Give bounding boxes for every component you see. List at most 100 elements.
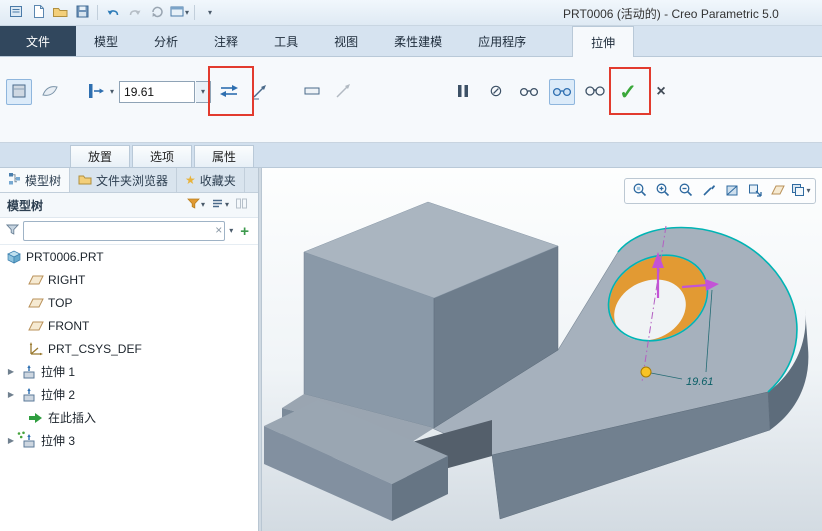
dimension-label[interactable]: 19.61 <box>686 376 714 388</box>
titlebar-separator-2 <box>194 5 195 20</box>
preview-attached-button[interactable] <box>549 79 575 105</box>
tree-item-datum[interactable]: FRONT <box>0 314 258 337</box>
verify-button[interactable] <box>516 79 542 105</box>
open-file-button[interactable] <box>50 3 70 23</box>
ribbon-tab-file[interactable]: 文件 <box>0 26 76 56</box>
tree-item-insert-here[interactable]: 在此插入 <box>0 406 258 429</box>
tree-settings-icon <box>211 197 224 213</box>
tab-favorites[interactable]: ★ 收藏夹 <box>177 168 245 192</box>
model-viewport[interactable]: 19.61 <box>262 168 822 531</box>
ribbon-tab-annotate[interactable]: 注释 <box>196 26 256 56</box>
cancel-x-icon: × <box>656 84 665 100</box>
tree-item-datum[interactable]: TOP <box>0 291 258 314</box>
extrude-dashboard: ▾ ▾ ⊘ <box>0 56 822 143</box>
ribbon-tab-view[interactable]: 视图 <box>316 26 376 56</box>
preview-button[interactable] <box>582 79 608 105</box>
redo-icon <box>127 4 143 22</box>
save-button[interactable] <box>72 3 92 23</box>
depth-type-dropdown-icon[interactable]: ▾ <box>110 88 114 96</box>
ribbon-tab-analysis[interactable]: 分析 <box>136 26 196 56</box>
tree-item-csys[interactable]: PRT_CSYS_DEF <box>0 337 258 360</box>
ribbon-tab-tools[interactable]: 工具 <box>256 26 316 56</box>
dropdown-icon: ▾ <box>185 9 189 17</box>
qat-customize-button[interactable]: ▾ <box>200 3 220 23</box>
tab-model-tree[interactable]: 模型树 <box>0 168 70 192</box>
depth-drag-handle[interactable] <box>641 367 651 377</box>
ribbon-tab-model[interactable]: 模型 <box>76 26 136 56</box>
saved-views-button[interactable] <box>744 181 765 201</box>
depth-type-combo: ▾ <box>83 79 114 105</box>
windows-button[interactable]: ▾ <box>169 3 189 23</box>
dashboard-left-group: ▾ ▾ <box>6 79 356 105</box>
surface-button[interactable] <box>37 79 63 105</box>
ribbon-tab-flexible-modeling[interactable]: 柔性建模 <box>376 26 460 56</box>
solid-button[interactable] <box>6 79 32 105</box>
dropdown-icon: ▾ <box>806 187 810 195</box>
model-3d-part[interactable] <box>264 202 808 521</box>
surface-icon <box>40 81 60 104</box>
tree-item-extrude-2[interactable]: ▶ 拉伸 2 <box>0 383 258 406</box>
no-preview-button[interactable]: ⊘ <box>483 79 509 105</box>
depth-type-button[interactable] <box>83 79 109 105</box>
refit-icon <box>632 182 648 201</box>
tree-settings-button[interactable]: ▾ <box>208 195 232 215</box>
tree-item-label: 拉伸 2 <box>41 386 75 403</box>
model-tree-search-input[interactable] <box>23 221 225 241</box>
navigator-tabs: 模型树 文件夹浏览器 ★ 收藏夹 <box>0 168 258 193</box>
regenerate-button[interactable] <box>147 3 167 23</box>
annotation-display-button[interactable]: ▾ <box>790 181 811 201</box>
depth-value-combo: ▾ <box>119 81 211 103</box>
tree-item-root[interactable]: PRT0006.PRT <box>0 245 258 268</box>
ribbon-tab-applications[interactable]: 应用程序 <box>460 26 544 56</box>
new-file-icon <box>31 4 46 22</box>
undo-icon <box>105 4 121 22</box>
titlebar-separator <box>97 5 98 20</box>
tree-item-extrude-1[interactable]: ▶ 拉伸 1 <box>0 360 258 383</box>
refit-button[interactable] <box>629 181 650 201</box>
datum-display-button[interactable] <box>767 181 788 201</box>
tree-item-label: RIGHT <box>48 273 85 287</box>
repaint-button[interactable] <box>698 181 719 201</box>
tab-options[interactable]: 选项 <box>132 145 192 167</box>
depth-value-input[interactable] <box>119 81 195 103</box>
insert-here-icon <box>28 410 44 426</box>
tree-filter-row: × ▾ + <box>0 218 258 245</box>
tree-item-label: TOP <box>48 296 72 310</box>
tree-columns-button[interactable] <box>232 195 251 215</box>
add-filter-button[interactable]: + <box>237 224 252 239</box>
ok-button[interactable]: ✓ <box>615 79 641 105</box>
ok-check-icon: ✓ <box>619 82 637 103</box>
search-clear-icon[interactable]: × <box>215 223 222 237</box>
remove-material-button[interactable] <box>247 79 273 105</box>
display-style-icon <box>724 182 740 201</box>
annotation-display-icon <box>790 182 806 201</box>
expand-arrow-icon[interactable]: ▶ <box>5 367 17 376</box>
display-style-button[interactable] <box>721 181 742 201</box>
tab-placement[interactable]: 放置 <box>70 145 130 167</box>
tree-item-extrude-3[interactable]: ▶ 拉伸 3 <box>0 429 258 452</box>
expand-arrow-icon[interactable]: ▶ <box>5 436 17 445</box>
redo-button[interactable] <box>125 3 145 23</box>
expand-arrow-icon[interactable]: ▶ <box>5 390 17 399</box>
graphics-area[interactable]: ▾ <box>262 168 822 531</box>
cancel-button[interactable]: × <box>648 79 674 105</box>
tree-item-datum[interactable]: RIGHT <box>0 268 258 291</box>
thicken-button[interactable] <box>299 79 325 105</box>
remove-material-2-button[interactable] <box>330 79 356 105</box>
zoom-out-button[interactable] <box>675 181 696 201</box>
flip-direction-button[interactable] <box>216 79 242 105</box>
search-dropdown-icon[interactable]: ▾ <box>229 227 233 235</box>
tree-filter-button[interactable]: ▾ <box>184 195 208 215</box>
app-button[interactable] <box>6 3 26 23</box>
new-file-button[interactable] <box>28 3 48 23</box>
undo-button[interactable] <box>103 3 123 23</box>
depth-value-dropdown-button[interactable]: ▾ <box>196 81 211 103</box>
tab-properties[interactable]: 属性 <box>194 145 254 167</box>
ribbon-tab-extrude[interactable]: 拉伸 <box>572 26 634 57</box>
model-tree-icon <box>8 172 21 188</box>
zoom-in-button[interactable] <box>652 181 673 201</box>
tab-folder-browser[interactable]: 文件夹浏览器 <box>70 168 177 192</box>
pause-button[interactable] <box>450 79 476 105</box>
window-titlebar: ▾ ▾ PRT0006 (活动的) - Creo Parametric 5.0 <box>0 0 822 26</box>
tab-favorites-label: 收藏夹 <box>200 172 236 189</box>
